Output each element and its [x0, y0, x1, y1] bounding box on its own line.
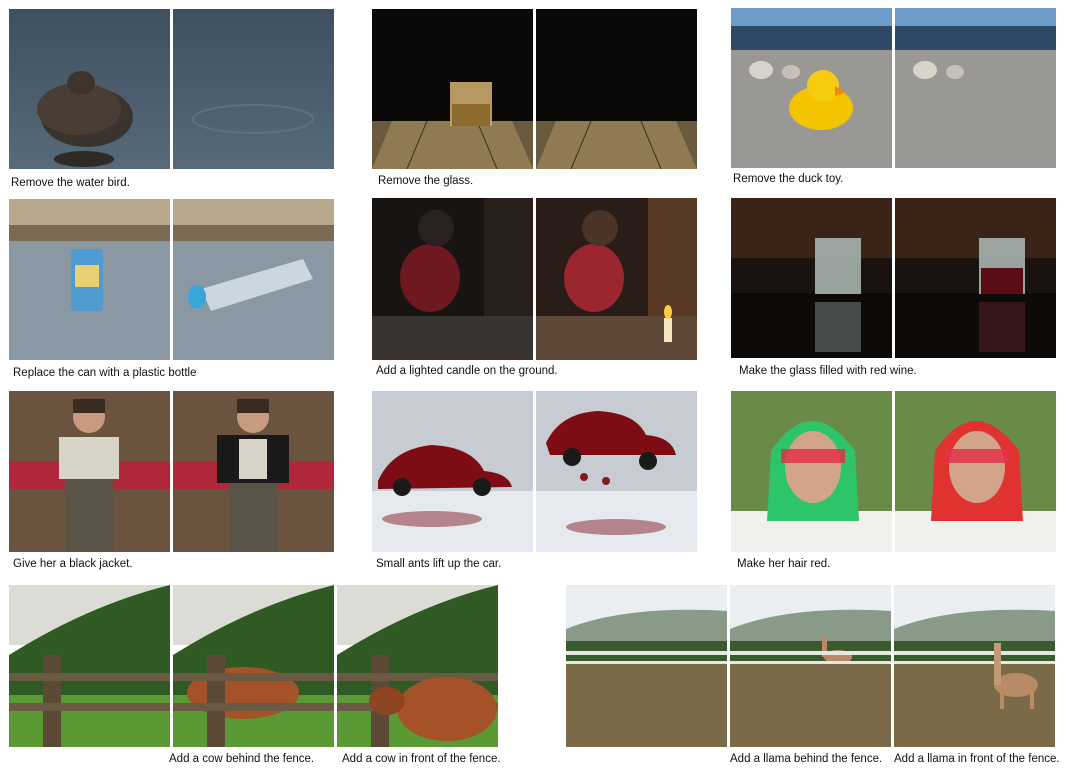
wine-original-image: [731, 198, 892, 358]
caption-wine: Make the glass filled with red wine.: [739, 365, 917, 377]
ants-edited-image: [536, 391, 697, 552]
llama-front-image: [894, 585, 1055, 747]
caption-jacket: Give her a black jacket.: [13, 558, 133, 570]
can-edited-image: [173, 199, 334, 360]
caption-can: Replace the can with a plastic bottle: [13, 367, 197, 379]
bird-edited-image: [173, 9, 334, 169]
hair-edited-image: [895, 391, 1056, 552]
candle-original-image: [372, 198, 533, 360]
hair-original-image: [731, 391, 892, 552]
glass-edited-image: [536, 9, 697, 169]
glass-original-image: [372, 9, 533, 169]
wine-edited-image: [895, 198, 1056, 358]
caption-cow-front: Add a cow in front of the fence.: [342, 753, 501, 765]
jacket-edited-image: [173, 391, 334, 552]
caption-duck: Remove the duck toy.: [733, 173, 844, 185]
caption-cow-behind: Add a cow behind the fence.: [169, 753, 315, 765]
caption-bird: Remove the water bird.: [11, 177, 130, 189]
caption-hair: Make her hair red.: [737, 558, 831, 570]
caption-ants: Small ants lift up the car.: [376, 558, 502, 570]
duck-edited-image: [895, 8, 1056, 168]
ants-original-image: [372, 391, 533, 552]
cow-original-image: [9, 585, 170, 747]
can-original-image: [9, 199, 170, 360]
caption-glass: Remove the glass.: [378, 175, 474, 187]
cow-behind-image: [173, 585, 334, 747]
llama-original-image: [566, 585, 727, 747]
llama-behind-image: [730, 585, 891, 747]
caption-llama-behind: Add a llama behind the fence.: [730, 753, 883, 765]
caption-llama-front: Add a llama in front of the fence.: [894, 753, 1060, 765]
bird-original-image: [9, 9, 170, 169]
candle-edited-image: [536, 198, 697, 360]
jacket-original-image: [9, 391, 170, 552]
cow-front-image: [337, 585, 498, 747]
caption-candle: Add a lighted candle on the ground.: [376, 365, 558, 377]
duck-original-image: [731, 8, 892, 168]
